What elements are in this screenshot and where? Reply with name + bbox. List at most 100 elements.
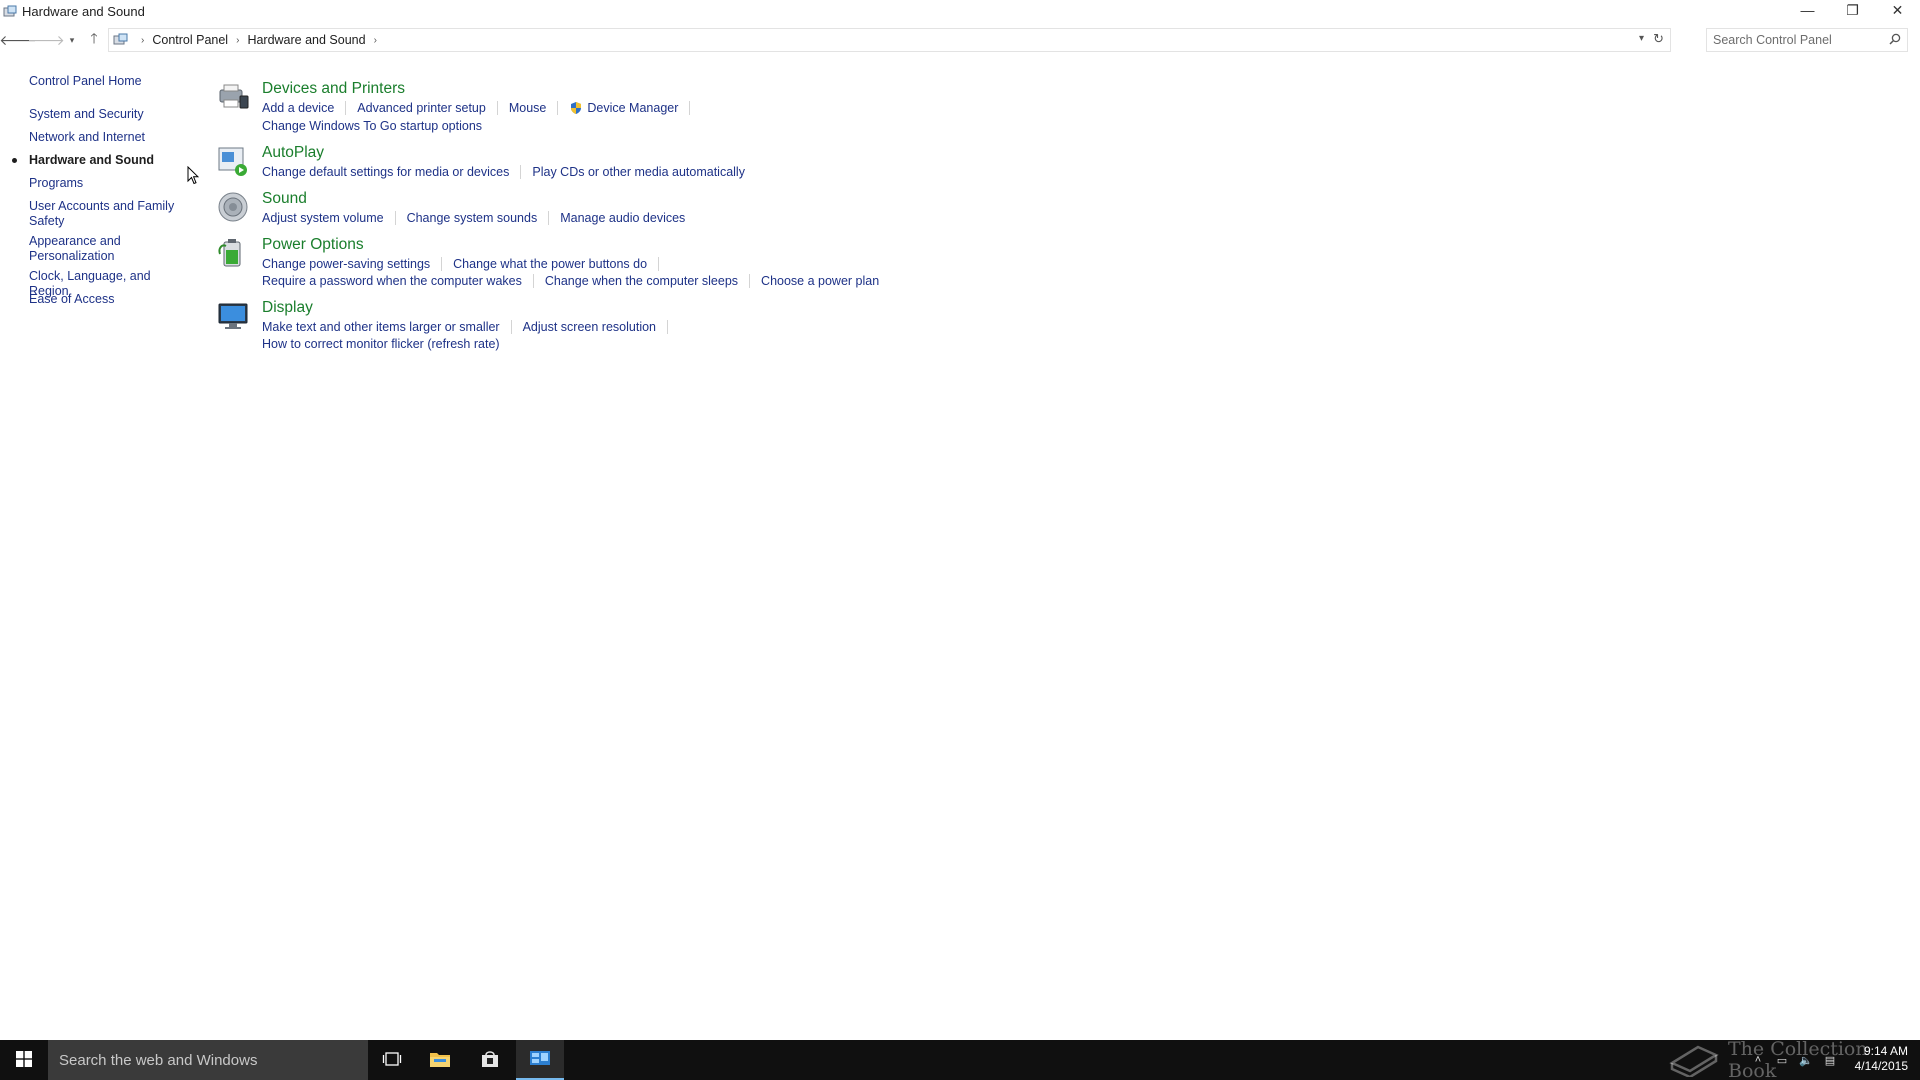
task-view-button[interactable] <box>368 1040 416 1080</box>
divider <box>345 101 347 115</box>
device-manager-link[interactable]: Device Manager <box>587 101 678 115</box>
battery-icon <box>216 236 250 270</box>
divider <box>441 257 443 271</box>
volume-icon: 🔈 <box>1799 1054 1813 1067</box>
taskbar: Search the web and Windows The Collectio… <box>0 1038 1920 1080</box>
sidebar-item-user-accounts[interactable]: User Accounts and Family Safety <box>29 199 179 229</box>
sidebar-item-programs[interactable]: Programs <box>29 176 189 191</box>
search-box[interactable] <box>1706 28 1908 52</box>
restore-button[interactable]: ❐ <box>1830 0 1875 20</box>
breadcrumb-separator-icon: › <box>141 34 145 46</box>
change-system-sounds-link[interactable]: Change system sounds <box>407 211 538 225</box>
forward-button[interactable]: 🡒 <box>27 28 65 52</box>
action-center-button[interactable]: ▤ <box>1818 1040 1842 1080</box>
clock-date: 4/14/2015 <box>1854 1059 1908 1073</box>
choose-power-plan-link[interactable]: Choose a power plan <box>761 274 879 288</box>
divider <box>520 165 522 179</box>
adjust-system-volume-link[interactable]: Adjust system volume <box>262 211 384 225</box>
manage-audio-devices-link[interactable]: Manage audio devices <box>560 211 685 225</box>
play-cds-automatically-link[interactable]: Play CDs or other media automatically <box>532 165 745 179</box>
sidebar-item-ease-of-access[interactable]: Ease of Access <box>29 292 189 307</box>
recent-locations-button[interactable]: ▾ <box>60 28 84 52</box>
volume-tray-button[interactable]: 🔈 <box>1794 1040 1818 1080</box>
computer-sleep-settings-link[interactable]: Change when the computer sleeps <box>545 274 738 288</box>
close-button[interactable]: ✕ <box>1875 0 1920 20</box>
control-panel-home-link[interactable]: Control Panel Home <box>29 74 189 89</box>
clock-time: 9:14 AM <box>1863 1044 1908 1058</box>
sidebar-item-appearance[interactable]: Appearance and Personalization <box>29 234 139 264</box>
system-tray: ˄ ▭ 🔈 ▤ <box>1746 1040 1842 1080</box>
store-button[interactable] <box>466 1040 514 1080</box>
add-a-device-link[interactable]: Add a device <box>262 101 334 115</box>
sidebar-item-network-and-internet[interactable]: Network and Internet <box>29 130 189 145</box>
mouse-cursor-icon <box>187 165 200 188</box>
power-buttons-link[interactable]: Change what the power buttons do <box>453 257 647 271</box>
task-row: Change default settings for media or dev… <box>262 165 745 179</box>
breadcrumb-control-panel[interactable]: Control Panel <box>152 33 228 47</box>
monitor-flicker-link[interactable]: How to correct monitor flicker (refresh … <box>262 337 500 351</box>
divider <box>394 211 396 225</box>
task-row: Require a password when the computer wak… <box>262 274 879 288</box>
autoplay-icon <box>216 144 250 178</box>
window-title: Hardware and Sound <box>22 4 145 19</box>
network-tray-button[interactable]: ▭ <box>1770 1040 1794 1080</box>
divider <box>496 101 498 115</box>
breadcrumb-separator-icon[interactable]: › <box>236 35 239 46</box>
divider <box>532 274 534 288</box>
divider <box>548 211 550 225</box>
folder-icon <box>429 1050 451 1071</box>
power-options-link[interactable]: Power Options <box>262 236 364 254</box>
sound-link[interactable]: Sound <box>262 190 307 208</box>
taskbar-search-box[interactable]: Search the web and Windows <box>48 1040 368 1080</box>
window-controls: — ❐ ✕ <box>1785 0 1920 23</box>
task-row: Change Windows To Go startup options <box>262 119 482 133</box>
task-row: How to correct monitor flicker (refresh … <box>262 337 500 351</box>
mouse-link[interactable]: Mouse <box>509 101 547 115</box>
sidebar-item-system-and-security[interactable]: System and Security <box>29 107 189 122</box>
task-row: Adjust system volume Change system sound… <box>262 211 685 225</box>
control-panel-icon <box>113 32 129 48</box>
adjust-screen-resolution-link[interactable]: Adjust screen resolution <box>523 320 656 334</box>
sidebar-item-hardware-and-sound[interactable]: Hardware and Sound <box>29 153 189 168</box>
notification-icon: ▤ <box>1824 1054 1836 1067</box>
show-hidden-icons-button[interactable]: ˄ <box>1746 1040 1770 1080</box>
chevron-down-icon: ▾ <box>69 34 75 45</box>
task-view-icon <box>382 1051 402 1070</box>
title-bar: Hardware and Sound — ❐ ✕ <box>0 0 1920 23</box>
start-button[interactable] <box>0 1040 48 1080</box>
display-link[interactable]: Display <box>262 299 313 317</box>
minimize-button[interactable]: — <box>1785 0 1830 20</box>
task-row: Change power-saving settings Change what… <box>262 257 670 271</box>
file-explorer-button[interactable] <box>416 1040 464 1080</box>
book-icon <box>1668 1041 1720 1080</box>
divider <box>689 101 691 115</box>
control-panel-icon <box>529 1049 551 1070</box>
devices-and-printers-link[interactable]: Devices and Printers <box>262 80 405 98</box>
autoplay-link[interactable]: AutoPlay <box>262 144 324 162</box>
taskbar-clock[interactable]: 9:14 AM 4/14/2015 <box>1855 1044 1908 1074</box>
address-dropdown-icon[interactable]: ▾ <box>1639 33 1644 44</box>
control-panel-taskbar-button[interactable] <box>516 1040 564 1080</box>
advanced-printer-setup-link[interactable]: Advanced printer setup <box>357 101 486 115</box>
current-page-bullet <box>12 158 17 163</box>
default-media-settings-link[interactable]: Change default settings for media or dev… <box>262 165 509 179</box>
text-size-link[interactable]: Make text and other items larger or smal… <box>262 320 500 334</box>
breadcrumb-hardware-and-sound[interactable]: Hardware and Sound <box>247 33 365 47</box>
refresh-icon[interactable]: ↻ <box>1653 31 1664 47</box>
power-saving-settings-link[interactable]: Change power-saving settings <box>262 257 430 271</box>
up-button[interactable]: 🡑 <box>82 28 106 52</box>
chevron-up-icon: ˄ <box>1754 1054 1762 1066</box>
windows-logo-icon <box>16 1050 32 1070</box>
navigation-bar: 🡐 🡒 ▾ 🡑 › Control Panel › Hardware and S… <box>0 27 1920 53</box>
arrow-up-icon: 🡑 <box>90 30 98 46</box>
store-bag-icon <box>480 1050 500 1071</box>
search-input[interactable] <box>1713 33 1883 47</box>
breadcrumb-separator-icon[interactable]: › <box>374 35 377 46</box>
monitor-icon <box>216 299 250 333</box>
search-icon[interactable] <box>1889 33 1901 48</box>
require-password-on-wake-link[interactable]: Require a password when the computer wak… <box>262 274 522 288</box>
windows-to-go-startup-link[interactable]: Change Windows To Go startup options <box>262 119 482 133</box>
address-bar[interactable]: › Control Panel › Hardware and Sound › ▾… <box>108 28 1671 52</box>
speaker-icon <box>216 190 250 224</box>
divider <box>510 320 512 334</box>
